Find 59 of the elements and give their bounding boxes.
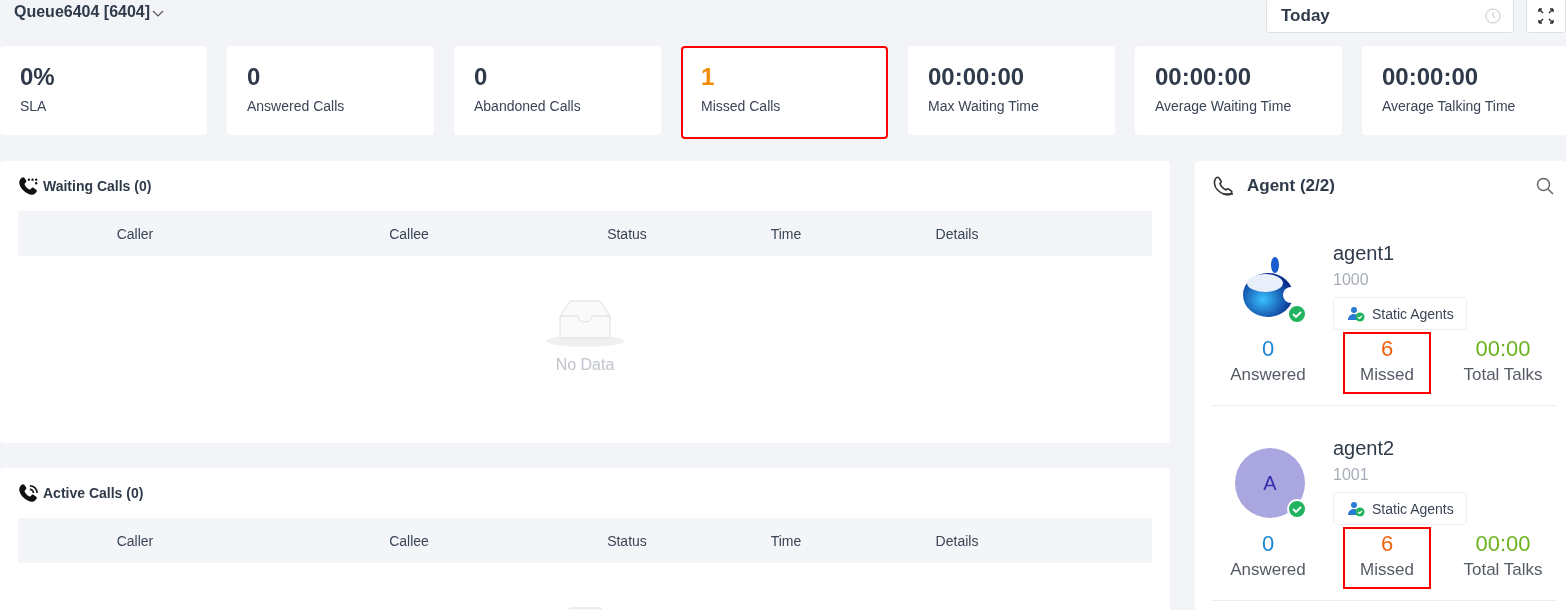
column-header: Details [934, 225, 980, 242]
user-check-icon [1348, 305, 1366, 322]
agent-type-tag[interactable]: Static Agents [1333, 492, 1467, 525]
stat-value: 00:00:00 [1382, 63, 1480, 91]
stat-value: 0 [1261, 531, 1275, 557]
phone-waiting-icon [18, 176, 38, 196]
column-header: Time [769, 532, 803, 549]
stat-value: 00:00 [1475, 531, 1531, 557]
column-header: Time [769, 225, 803, 242]
agent-panel-title: Agent (2/2) [1247, 176, 1336, 196]
stat-label: Total Talks [1463, 560, 1543, 580]
stat-label: Abandoned Calls [474, 98, 582, 114]
stat-value: 0 [1261, 336, 1275, 362]
stat-label: Answered Calls [247, 98, 346, 114]
fullscreen-button[interactable] [1526, 0, 1566, 33]
agent-type-tag[interactable]: Static Agents [1333, 297, 1467, 330]
stat-value: 6 [1380, 336, 1394, 362]
stat-label: Answered [1230, 560, 1306, 580]
date-field[interactable]: Today [1266, 0, 1514, 33]
panel-title: Waiting Calls (0) [43, 178, 152, 194]
column-header: Details [934, 532, 980, 549]
stat-value: 00:00:00 [928, 63, 1026, 91]
stat-label: Average Waiting Time [1155, 98, 1293, 114]
stat-label: Average Talking Time [1382, 98, 1517, 114]
agent-name: agent2 [1333, 436, 1396, 460]
phone-icon [1213, 176, 1235, 196]
phone-ringing-icon [18, 483, 38, 503]
stat-label: Max Waiting Time [928, 98, 1040, 114]
stat-value: 6 [1380, 531, 1394, 557]
stat-label: Missed Calls [701, 98, 782, 114]
stat-label: Total Talks [1463, 365, 1543, 385]
column-header: Caller [115, 225, 155, 242]
queue-selector[interactable]: Queue6404 [6404] [14, 0, 165, 21]
stat-label: SLA [20, 98, 48, 114]
stat-label: Missed [1360, 560, 1414, 580]
column-header: Callee [388, 532, 430, 549]
fullscreen-icon [1538, 8, 1554, 24]
column-header: Status [606, 532, 648, 549]
stat-label: Answered [1230, 365, 1306, 385]
agent-extension: 1001 [1333, 466, 1370, 484]
user-check-icon [1348, 500, 1366, 517]
stat-value: 0 [474, 63, 489, 91]
column-header: Status [606, 225, 648, 242]
clock-icon [1485, 8, 1501, 24]
chevron-down-icon [152, 9, 165, 18]
empty-message: No Data [555, 356, 615, 374]
agent-name: agent1 [1333, 241, 1396, 265]
search-icon[interactable] [1536, 177, 1554, 195]
avatar: A [1235, 448, 1305, 518]
stat-value: 00:00:00 [1155, 63, 1253, 91]
panel-title: Active Calls (0) [43, 485, 144, 501]
column-header: Callee [388, 225, 430, 242]
stat-value: 0% [20, 63, 56, 91]
stat-value: 00:00 [1475, 336, 1531, 362]
column-header: Caller [115, 532, 155, 549]
stat-value: 0 [247, 63, 262, 91]
stat-label: Missed [1360, 365, 1414, 385]
agent-extension: 1000 [1333, 271, 1370, 289]
stat-value: 1 [701, 63, 716, 91]
